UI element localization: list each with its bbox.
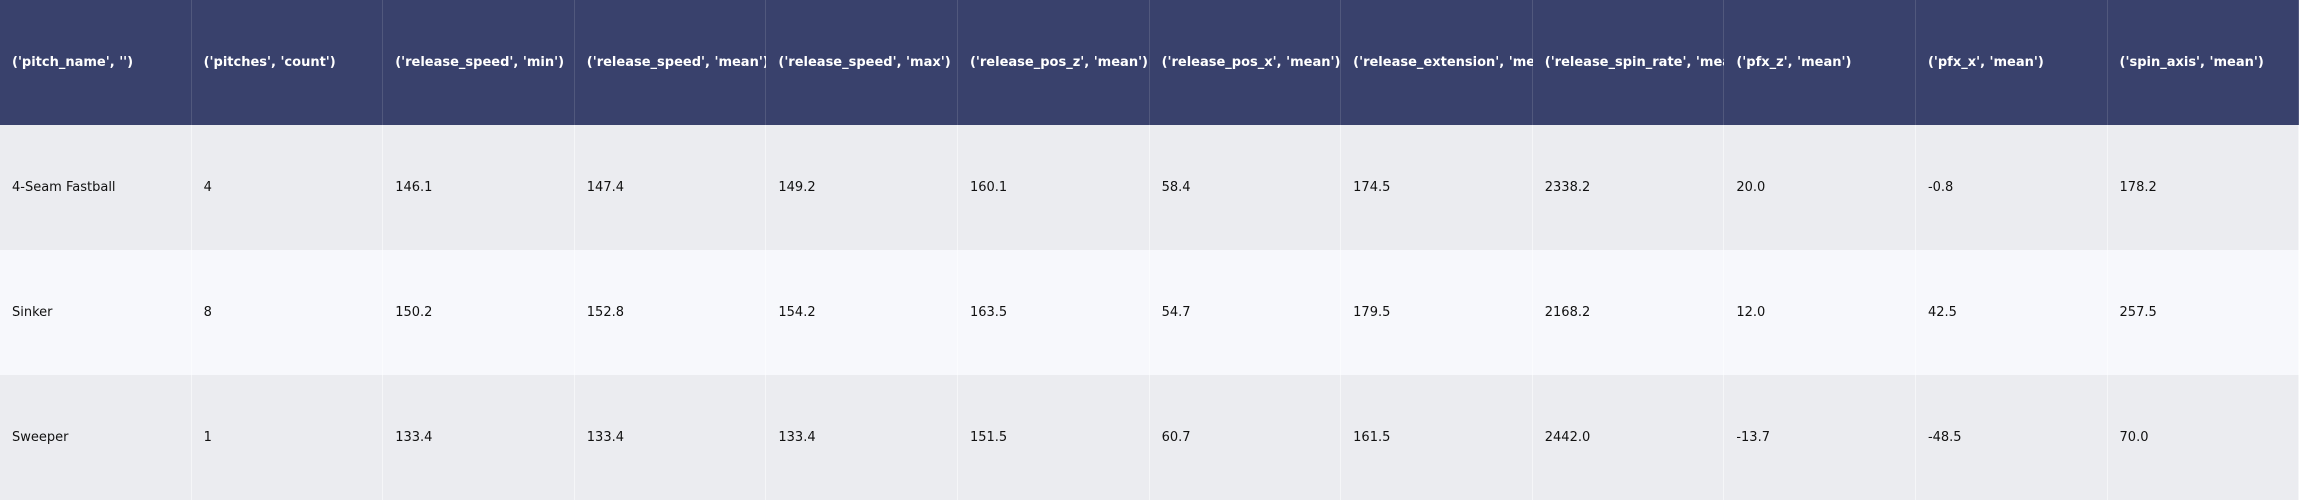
table-cell: 149.2 bbox=[766, 125, 958, 250]
table-cell: 133.4 bbox=[383, 375, 575, 500]
table-cell: 160.1 bbox=[957, 125, 1150, 250]
table-cell: 154.2 bbox=[766, 250, 958, 375]
table-cell: 151.5 bbox=[957, 375, 1150, 500]
column-header-pfx-x-mean: ('pfx_x', 'mean') bbox=[1915, 0, 2108, 125]
table-cell: 146.1 bbox=[383, 125, 575, 250]
column-header-release-speed-max: ('release_speed', 'max') bbox=[766, 0, 958, 125]
table-cell: 133.4 bbox=[766, 375, 958, 500]
table-cell: Sinker bbox=[0, 250, 192, 375]
table-cell: 4 bbox=[191, 125, 384, 250]
table-cell: 257.5 bbox=[2107, 250, 2300, 375]
table-cell: 8 bbox=[191, 250, 384, 375]
table-cell: -0.8 bbox=[1915, 125, 2108, 250]
column-header-release-speed-min: ('release_speed', 'min') bbox=[383, 0, 575, 125]
column-header-pitch-name: ('pitch_name', '') bbox=[0, 0, 192, 125]
table-cell: 1 bbox=[191, 375, 384, 500]
table-cell: 133.4 bbox=[574, 375, 767, 500]
table-cell: 147.4 bbox=[574, 125, 767, 250]
table-cell: 20.0 bbox=[1724, 125, 1916, 250]
table-cell: 174.5 bbox=[1341, 125, 1533, 250]
table-cell: 2168.2 bbox=[1532, 250, 1725, 375]
table-cell: 179.5 bbox=[1341, 250, 1533, 375]
column-header-spin-axis-mean: ('spin_axis', 'mean') bbox=[2107, 0, 2300, 125]
column-header-release-extension-mean: ('release_extension', 'mean') bbox=[1341, 0, 1563, 125]
table-cell: -13.7 bbox=[1724, 375, 1916, 500]
table-cell: 54.7 bbox=[1149, 250, 1342, 375]
table-cell: 150.2 bbox=[383, 250, 575, 375]
table-cell: -48.5 bbox=[1915, 375, 2108, 500]
column-header-release-spin-rate-mean: ('release_spin_rate', 'mean') bbox=[1532, 0, 1750, 125]
table-cell: Sweeper bbox=[0, 375, 192, 500]
column-header-release-speed-mean: ('release_speed', 'mean') bbox=[574, 0, 769, 125]
table-cell: 178.2 bbox=[2107, 125, 2300, 250]
column-header-pitches-count: ('pitches', 'count') bbox=[191, 0, 384, 125]
table-cell: 2338.2 bbox=[1532, 125, 1725, 250]
table-cell: 161.5 bbox=[1341, 375, 1533, 500]
table-cell: 2442.0 bbox=[1532, 375, 1725, 500]
data-table: ('pitch_name', '') ('pitches', 'count') … bbox=[0, 0, 2300, 500]
table-cell: 58.4 bbox=[1149, 125, 1342, 250]
column-header-pfx-z-mean: ('pfx_z', 'mean') bbox=[1724, 0, 1916, 125]
table-cell: 12.0 bbox=[1724, 250, 1916, 375]
column-header-release-pos-z-mean: ('release_pos_z', 'mean') bbox=[957, 0, 1150, 125]
table-cell: 70.0 bbox=[2107, 375, 2300, 500]
column-header-release-pos-x-mean: ('release_pos_x', 'mean') bbox=[1149, 0, 1342, 125]
table-cell: 60.7 bbox=[1149, 375, 1342, 500]
table-cell: 152.8 bbox=[574, 250, 767, 375]
table-cell: 163.5 bbox=[957, 250, 1150, 375]
table-cell: 42.5 bbox=[1915, 250, 2108, 375]
table-cell: 4-Seam Fastball bbox=[0, 125, 192, 250]
